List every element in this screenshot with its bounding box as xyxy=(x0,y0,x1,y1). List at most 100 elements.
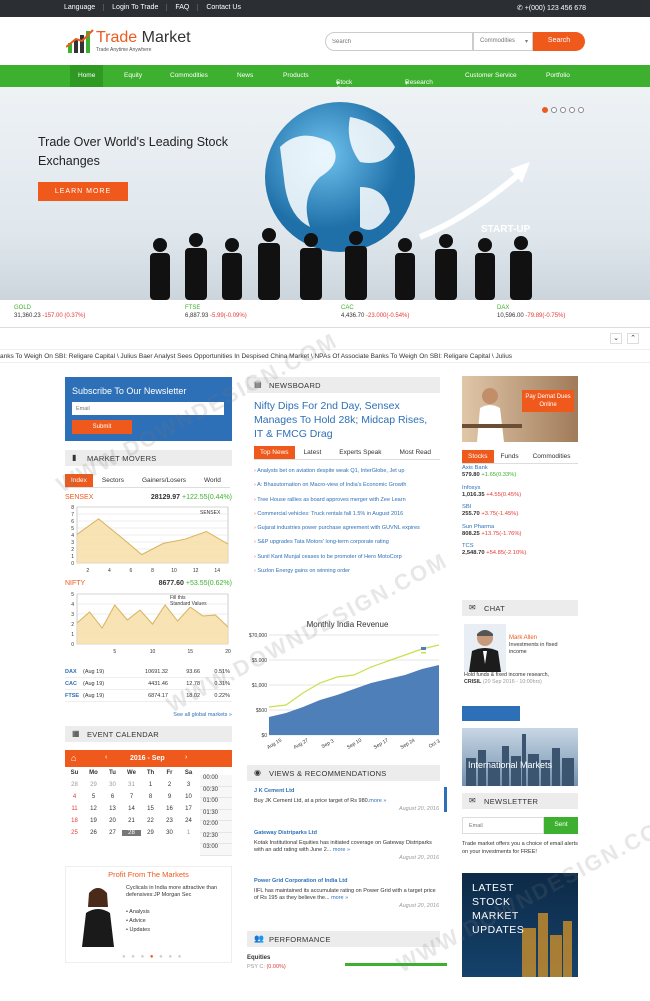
tab-experts-speak[interactable]: Experts Speak xyxy=(330,446,391,460)
calendar-day[interactable]: 6 xyxy=(103,794,122,800)
list-item[interactable]: Power Grid Corporation of India Ltd IIFL … xyxy=(254,878,439,909)
calendar-day[interactable]: 20 xyxy=(103,818,122,824)
calendar-day[interactable]: 12 xyxy=(84,806,103,812)
time-slot[interactable]: 02:00 xyxy=(200,821,232,833)
newsletter2-email-input[interactable] xyxy=(462,817,544,834)
newsletter2-send-button[interactable]: Sent xyxy=(544,817,578,834)
calendar-day[interactable]: 21 xyxy=(122,818,141,824)
list-item[interactable]: Commercial vehicles: Truck rentals fall … xyxy=(254,511,439,525)
calendar-day[interactable]: 18 xyxy=(65,818,84,824)
index-ftse[interactable]: FTSE 6,887.93 -5.99(-0.09%) xyxy=(185,304,247,320)
list-item[interactable]: Sun Pharma 808.25 +13.75(-1.76%) xyxy=(462,524,578,538)
calendar-day-selected[interactable]: 28 xyxy=(122,830,141,836)
chat-button[interactable] xyxy=(462,706,520,721)
faq-link[interactable]: FAQ xyxy=(167,4,199,11)
calendar-day[interactable]: 3 xyxy=(179,782,198,788)
time-slot[interactable]: 01:30 xyxy=(200,810,232,821)
index-cac[interactable]: CAC 4,436.70 -23.000(-0.54%) xyxy=(341,304,409,320)
list-item[interactable]: Axis Bank 579.80 +1.65(0.33%) xyxy=(462,465,578,479)
more-link[interactable]: more » xyxy=(369,798,386,804)
list-item[interactable]: Gateway Distriparks Ltd Kotak Institution… xyxy=(254,830,439,861)
newsboard-headline[interactable]: Nifty Dips For 2nd Day, Sensex Manages T… xyxy=(254,399,439,441)
search-button[interactable]: Search xyxy=(533,32,585,51)
calendar-day[interactable]: 14 xyxy=(122,806,141,812)
time-slot[interactable]: 03:00 xyxy=(200,844,232,856)
search-input[interactable] xyxy=(325,32,473,51)
calendar-day[interactable]: 1 xyxy=(179,830,198,836)
nav-equity[interactable]: Equity xyxy=(124,72,142,79)
calendar-day[interactable]: 10 xyxy=(179,794,198,800)
nav-home[interactable]: Home xyxy=(70,65,104,87)
list-item[interactable]: SBI 255.70 +3.75(-1.45%) xyxy=(462,504,578,518)
home-icon[interactable]: ⌂ xyxy=(71,753,76,763)
nav-news[interactable]: News xyxy=(237,72,253,79)
calendar-day[interactable]: 4 xyxy=(65,794,84,800)
calendar-day[interactable]: 28 xyxy=(65,782,84,788)
more-link[interactable]: more » xyxy=(331,895,348,901)
prev-month-button[interactable]: ‹ xyxy=(105,754,107,761)
calendar-day[interactable]: 8 xyxy=(141,794,160,800)
time-slot[interactable]: 00:30 xyxy=(200,787,232,798)
calendar-day[interactable]: 5 xyxy=(84,794,103,800)
contact-link[interactable]: Contact Us xyxy=(198,4,249,11)
list-item[interactable]: Gujarat industries power purchase agreem… xyxy=(254,525,439,539)
calendar-day[interactable]: 31 xyxy=(122,782,141,788)
international-markets-banner[interactable]: International Markets xyxy=(462,728,578,786)
list-item[interactable]: S&P upgrades Tata Motors' long-term corp… xyxy=(254,539,439,553)
tab-gainers-losers[interactable]: Gainers/Losers xyxy=(132,474,196,488)
tab-commodities[interactable]: Commodities xyxy=(525,450,578,464)
list-item[interactable]: Analysts bet on aviation despite weak Q1… xyxy=(254,468,439,482)
list-item[interactable]: Tree House rallies as board approves mer… xyxy=(254,497,439,511)
list-item[interactable]: Infosys 1,016.35 +4.55(0.45%) xyxy=(462,485,578,499)
time-slot[interactable]: 02:30 xyxy=(200,833,232,844)
calendar-day[interactable]: 27 xyxy=(103,830,122,836)
login-link[interactable]: Login To Trade xyxy=(104,4,168,11)
nav-customer-service[interactable]: Customer Service xyxy=(465,72,517,79)
nav-products[interactable]: Products xyxy=(283,72,309,79)
nav-commodities[interactable]: Commodities xyxy=(170,72,208,79)
list-item[interactable]: J K Cement Ltd Buy JK Cement Ltd, at a pr… xyxy=(254,788,439,812)
newsletter-submit-button[interactable]: Submit xyxy=(72,420,132,434)
chevron-up-icon[interactable]: ⌃ xyxy=(627,333,639,344)
logo[interactable]: Trade Market Trade Anytime Anywhere xyxy=(66,27,206,57)
calendar-day[interactable]: 19 xyxy=(84,818,103,824)
views-scrollbar[interactable] xyxy=(444,787,447,812)
tab-top-news[interactable]: Top News xyxy=(254,446,295,460)
list-item[interactable]: A: Bhasutornation on Macro-view of India… xyxy=(254,482,439,496)
more-link[interactable]: more » xyxy=(333,847,350,853)
calendar-day[interactable]: 26 xyxy=(84,830,103,836)
demat-promo[interactable]: Pay Demat Dues Online xyxy=(462,376,578,442)
language-menu[interactable]: Language xyxy=(64,4,105,11)
category-select[interactable]: Commodities ▾ xyxy=(473,32,533,51)
calendar-day[interactable]: 29 xyxy=(84,782,103,788)
time-slot[interactable]: 00:00 xyxy=(200,775,232,787)
calendar-day[interactable]: 15 xyxy=(141,806,160,812)
tab-funds[interactable]: Funds xyxy=(493,450,526,464)
calendar-day[interactable]: 29 xyxy=(141,830,160,836)
calendar-day[interactable]: 2 xyxy=(160,782,179,788)
calendar-day[interactable]: 9 xyxy=(160,794,179,800)
time-slot[interactable]: 01:00 xyxy=(200,798,232,810)
calendar-day[interactable]: 22 xyxy=(141,818,160,824)
nav-portfolio[interactable]: Portfolio xyxy=(546,72,570,79)
chevron-down-icon[interactable]: ⌄ xyxy=(610,333,622,344)
calendar-day[interactable]: 7 xyxy=(122,794,141,800)
tab-latest[interactable]: Latest xyxy=(294,446,331,460)
calendar-day[interactable]: 11 xyxy=(65,806,84,812)
calendar-day[interactable]: 23 xyxy=(160,818,179,824)
tab-stocks[interactable]: Stocks xyxy=(462,450,494,464)
calendar-day[interactable]: 30 xyxy=(160,830,179,836)
index-gold[interactable]: GOLD 31,360.23 -157.00 (0.37%) xyxy=(14,304,85,320)
calendar-day[interactable]: 16 xyxy=(160,806,179,812)
index-dax[interactable]: DAX 10,596.00 -79.89(-0.75%) xyxy=(497,304,565,320)
calendar-day[interactable]: 13 xyxy=(103,806,122,812)
calendar-day[interactable]: 1 xyxy=(141,782,160,788)
tab-most-read[interactable]: Most Read xyxy=(390,446,440,460)
calendar-day[interactable]: 30 xyxy=(103,782,122,788)
calendar-day[interactable]: 25 xyxy=(65,830,84,836)
calendar-day[interactable]: 24 xyxy=(179,818,198,824)
tab-world[interactable]: World xyxy=(195,474,230,488)
next-month-button[interactable]: › xyxy=(185,754,187,761)
list-item[interactable]: TCS 2,548.70 +54.85(-2.10%) xyxy=(462,543,578,557)
calendar-day[interactable]: 17 xyxy=(179,806,198,812)
